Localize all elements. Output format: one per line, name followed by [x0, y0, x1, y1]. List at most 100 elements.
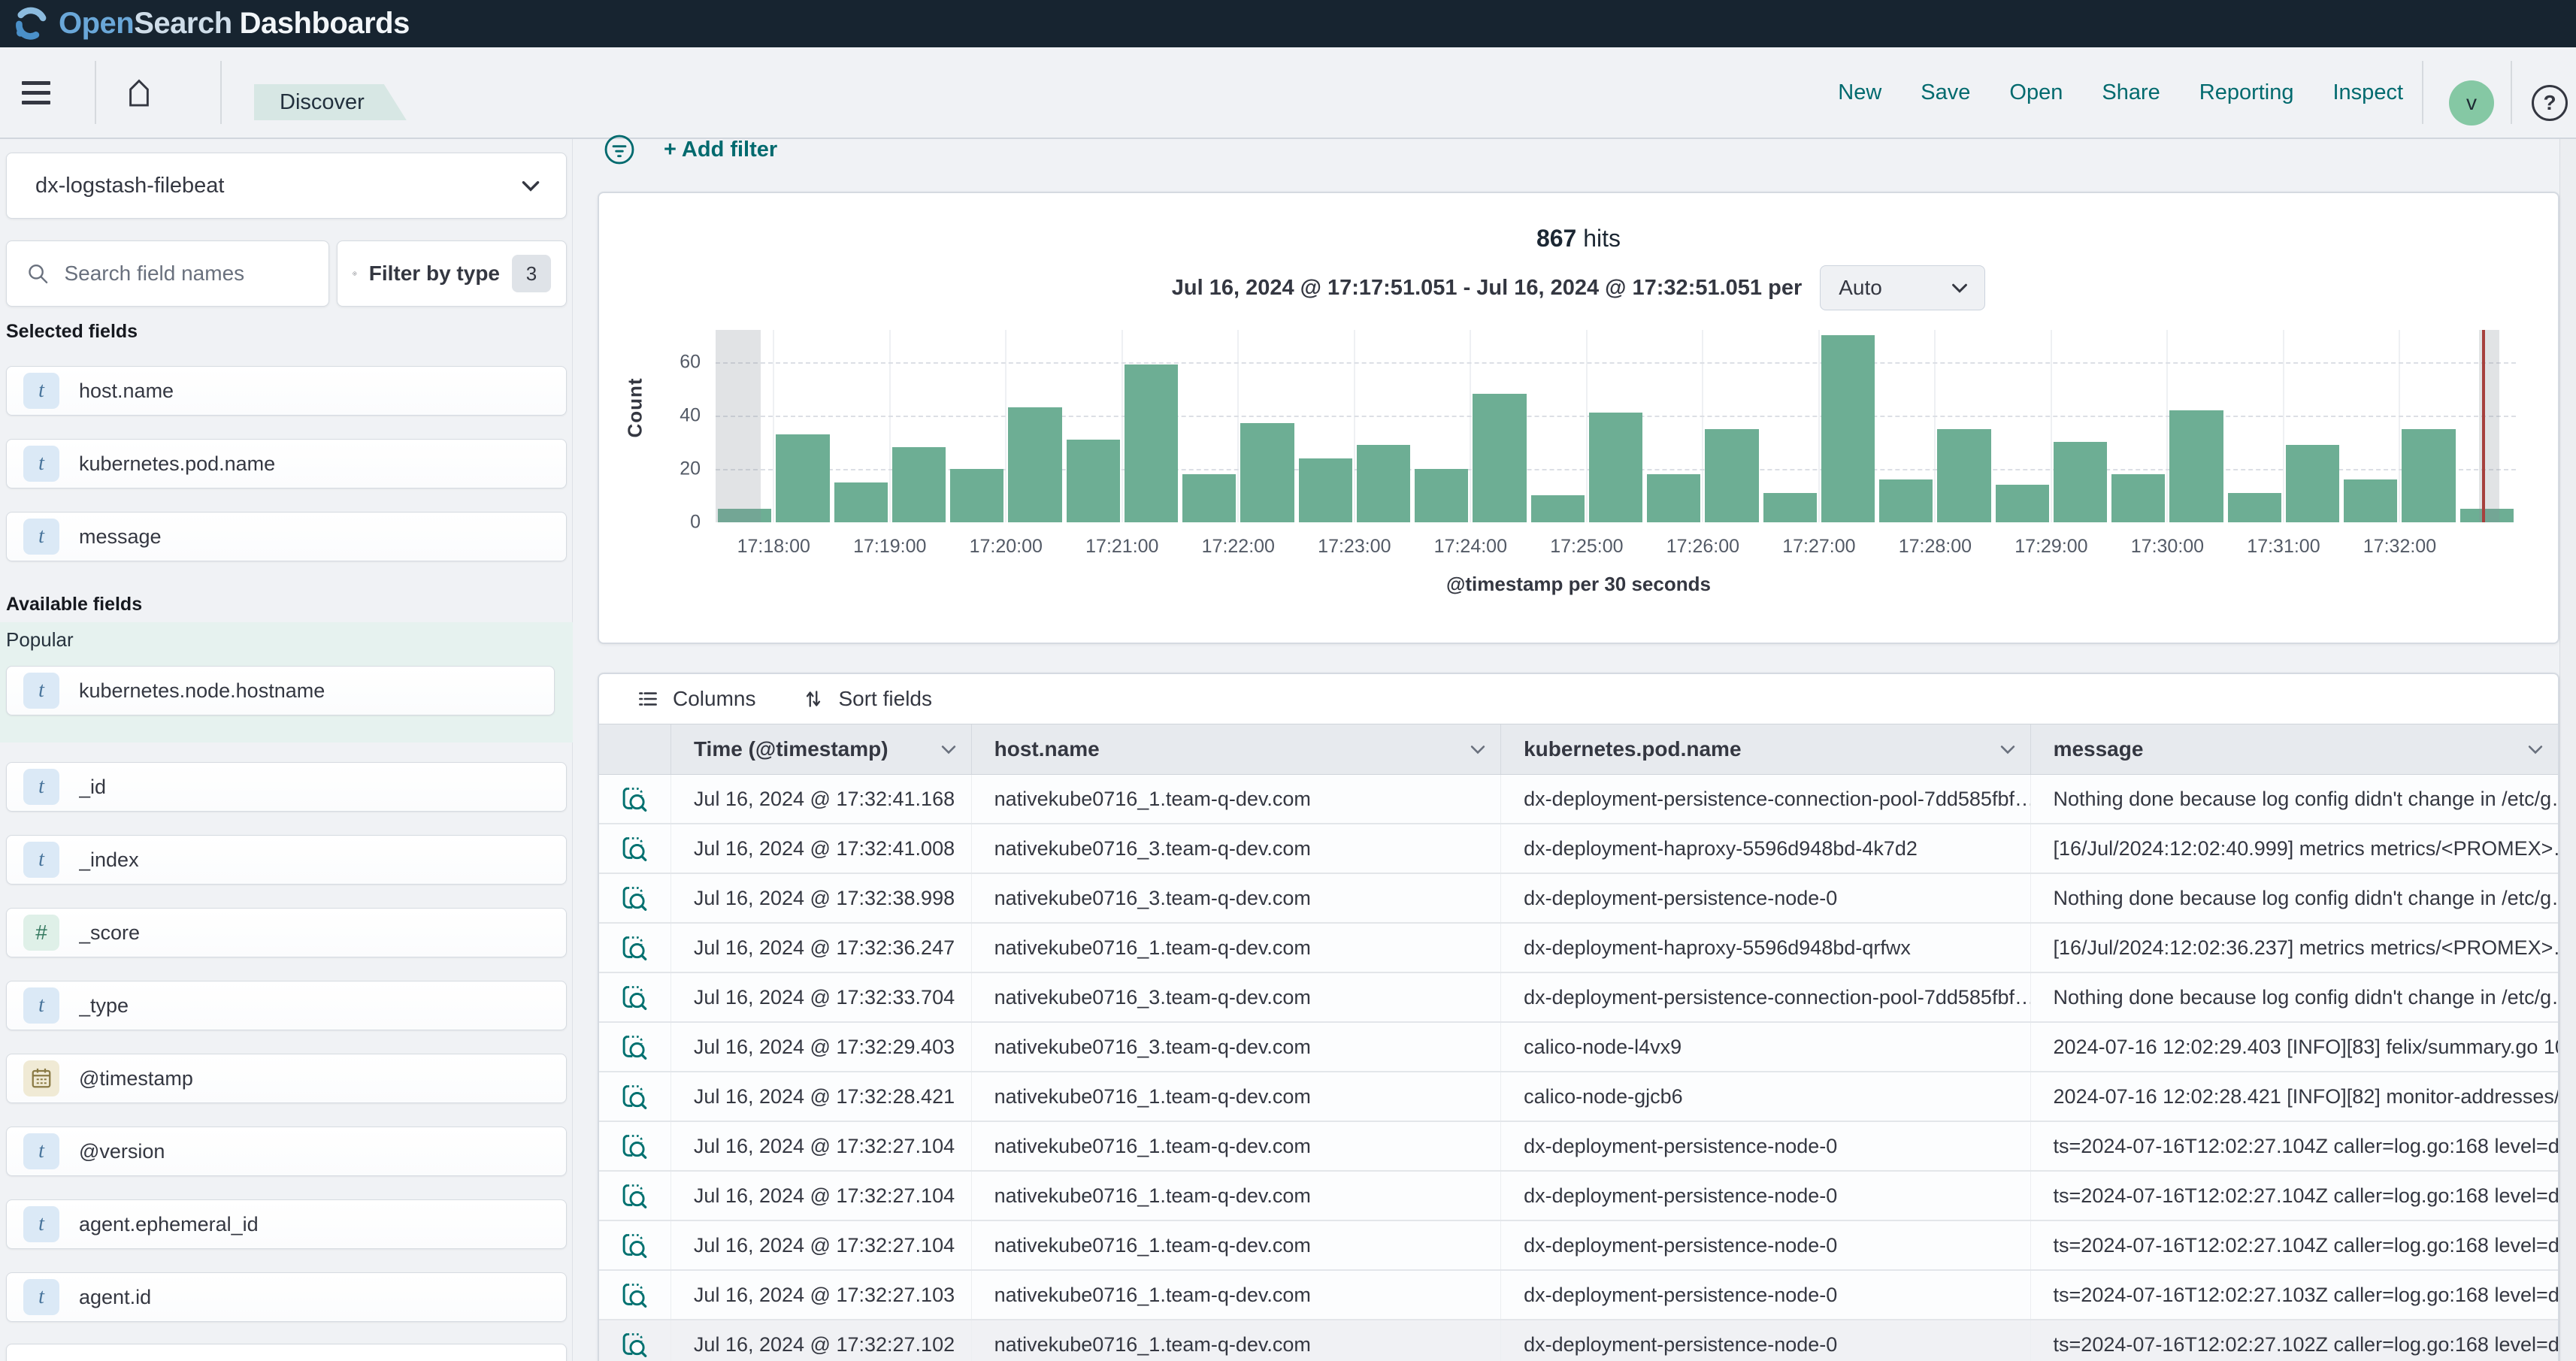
expand-document-icon[interactable]	[599, 775, 670, 823]
menu-icon[interactable]	[14, 47, 59, 138]
histogram-bar[interactable]	[2402, 429, 2455, 522]
histogram-bar[interactable]	[2054, 442, 2107, 522]
histogram-bar[interactable]	[2111, 474, 2165, 522]
histogram-bar[interactable]	[2169, 410, 2223, 522]
field-item-kubernetes.pod.name[interactable]: tkubernetes.pod.name	[6, 439, 567, 488]
sort-fields-label: Sort fields	[838, 687, 932, 711]
nav-link-share[interactable]: Share	[2102, 80, 2160, 105]
histogram-bar[interactable]	[1415, 469, 1468, 522]
chevron-down-icon	[1948, 277, 1971, 299]
table-row: Jul 16, 2024 @ 17:32:27.103nativekube071…	[599, 1271, 2558, 1320]
histogram-bar[interactable]	[1473, 394, 1526, 522]
home-icon[interactable]	[113, 47, 165, 138]
histogram-bar[interactable]	[950, 469, 1003, 522]
histogram-bar[interactable]	[1182, 474, 1236, 522]
nav-link-open[interactable]: Open	[2009, 80, 2063, 105]
search-field-names-input[interactable]	[6, 240, 329, 307]
expand-document-icon[interactable]	[599, 924, 670, 972]
table-header-row: Time (@timestamp)host.namekubernetes.pod…	[599, 724, 2558, 775]
field-item-_score[interactable]: #_score	[6, 908, 567, 957]
field-name: _type	[79, 994, 129, 1018]
scrollbar[interactable]	[2559, 139, 2576, 1361]
histogram-plot[interactable]: 17:18:0017:19:0017:20:0017:21:0017:22:00…	[716, 330, 2516, 522]
expand-document-icon[interactable]	[599, 1023, 670, 1071]
x-tick-label: 17:26:00	[1666, 536, 1739, 558]
cell-message: 2024-07-16 12:02:29.403 [INFO][83] felix…	[2030, 1023, 2558, 1071]
histogram-bar[interactable]	[1996, 485, 2049, 522]
field-item-host.name[interactable]: t host.name	[6, 366, 567, 416]
interval-select[interactable]: Auto	[1820, 265, 1985, 310]
histogram-bar[interactable]	[1240, 423, 1294, 522]
histogram-bar[interactable]	[1937, 429, 1990, 522]
expand-document-icon[interactable]	[599, 1072, 670, 1121]
field-item-@version[interactable]: t@version	[6, 1127, 567, 1176]
table-header-host.name[interactable]: host.name	[971, 724, 1500, 774]
field-name: host.name	[79, 380, 174, 403]
grid-line	[2283, 330, 2284, 522]
field-item-kubernetes.node.hostname[interactable]: tkubernetes.node.hostname	[6, 666, 555, 715]
field-item-message[interactable]: tmessage	[6, 512, 567, 561]
histogram-bar[interactable]	[2344, 479, 2397, 522]
expand-document-icon[interactable]	[599, 1320, 670, 1361]
histogram-bar[interactable]	[1357, 445, 1410, 522]
nav-link-reporting[interactable]: Reporting	[2199, 80, 2294, 105]
histogram-bar[interactable]	[1125, 364, 1178, 522]
expand-document-icon[interactable]	[599, 1221, 670, 1269]
field-name: @timestamp	[79, 1067, 193, 1090]
search-input[interactable]	[64, 262, 310, 286]
avatar[interactable]: v	[2449, 80, 2494, 126]
text-type-badge: t	[23, 373, 59, 409]
cell-message: ts=2024-07-16T12:02:27.104Z caller=log.g…	[2030, 1122, 2558, 1170]
expand-document-icon[interactable]	[599, 874, 670, 922]
expand-document-icon[interactable]	[599, 824, 670, 873]
nav-divider	[2422, 61, 2423, 124]
expand-document-icon[interactable]	[599, 973, 670, 1021]
opensearch-logo-icon	[14, 7, 48, 41]
histogram-bar[interactable]	[1763, 493, 1817, 522]
nav-link-new[interactable]: New	[1838, 80, 1881, 105]
cell-Time (@timestamp): Jul 16, 2024 @ 17:32:27.104	[670, 1221, 971, 1269]
histogram-bar[interactable]	[834, 482, 888, 522]
table-row: Jul 16, 2024 @ 17:32:41.168nativekube071…	[599, 775, 2558, 824]
nav-divider	[2511, 61, 2512, 124]
histogram-bar[interactable]	[1647, 474, 1700, 522]
add-filter-button[interactable]: + Add filter	[664, 138, 777, 162]
filter-icon[interactable]	[602, 132, 637, 167]
histogram-bar[interactable]	[1531, 495, 1585, 522]
field-item-agent.ephemeral_id[interactable]: tagent.ephemeral_id	[6, 1199, 567, 1249]
field-item-_type[interactable]: t_type	[6, 981, 567, 1030]
histogram-bar[interactable]	[2228, 493, 2281, 522]
histogram-bar[interactable]	[1299, 458, 1352, 522]
nav-link-save[interactable]: Save	[1921, 80, 1970, 105]
histogram-bar[interactable]	[1879, 479, 1933, 522]
table-header-kubernetes.pod.name[interactable]: kubernetes.pod.name	[1500, 724, 2030, 774]
columns-button[interactable]: Columns	[635, 686, 755, 712]
histogram-bar[interactable]	[776, 434, 829, 522]
field-item-@timestamp[interactable]: @timestamp	[6, 1054, 567, 1103]
field-item-partial[interactable]	[6, 1344, 567, 1361]
field-item-agent.id[interactable]: tagent.id	[6, 1272, 567, 1322]
expand-document-icon[interactable]	[599, 1122, 670, 1170]
filter-by-type-button[interactable]: Filter by type 3	[337, 240, 567, 307]
field-item-_id[interactable]: t_id	[6, 762, 567, 812]
table-header-message[interactable]: message	[2030, 724, 2558, 774]
histogram-bar[interactable]	[1705, 429, 1758, 522]
histogram-bar[interactable]	[2286, 445, 2339, 522]
chevron-down-icon	[518, 173, 543, 198]
cell-message: Nothing done because log config didn't c…	[2030, 874, 2558, 922]
breadcrumb-discover[interactable]: Discover	[254, 84, 407, 120]
histogram-bar[interactable]	[1821, 335, 1875, 522]
index-pattern-select[interactable]: dx-logstash-filebeat	[6, 153, 567, 219]
expand-document-icon[interactable]	[599, 1172, 670, 1220]
table-header-Time (@timestamp)[interactable]: Time (@timestamp)	[670, 724, 971, 774]
histogram-bar[interactable]	[1008, 407, 1061, 522]
histogram-bar[interactable]	[1589, 413, 1642, 522]
sort-fields-button[interactable]: Sort fields	[801, 686, 932, 712]
histogram-bar[interactable]	[892, 447, 946, 522]
field-item-_index[interactable]: t_index	[6, 835, 567, 885]
expand-document-icon[interactable]	[599, 1271, 670, 1319]
help-icon[interactable]: ?	[2532, 85, 2568, 121]
nav-link-inspect[interactable]: Inspect	[2333, 80, 2404, 105]
histogram-bar[interactable]	[1067, 440, 1120, 522]
partial-bucket-shade	[716, 330, 761, 522]
